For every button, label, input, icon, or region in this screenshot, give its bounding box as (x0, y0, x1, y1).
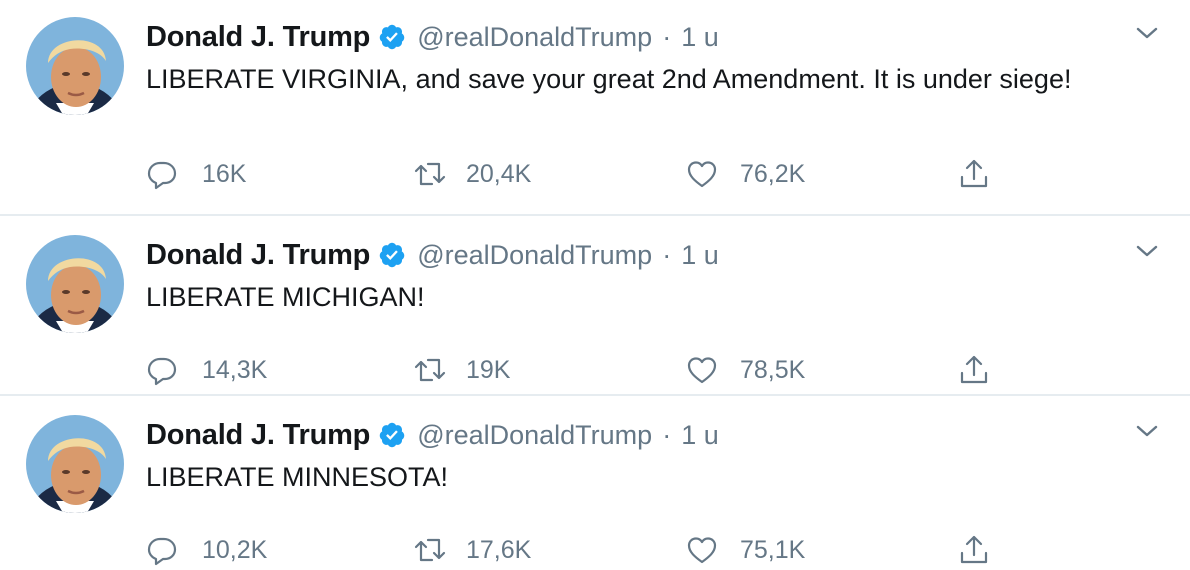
separator-dot: · (662, 419, 672, 450)
like-icon (686, 354, 718, 386)
author-name[interactable]: Donald J. Trump (146, 21, 370, 54)
reply-button[interactable]: 14,3K (146, 350, 267, 390)
tweet-text: LIBERATE MINNESOTA! (146, 462, 449, 492)
author-handle[interactable]: @realDonaldTrump (417, 22, 652, 53)
tweet[interactable]: Donald J. Trump @realDonaldTrump · 1 u L… (0, 396, 1190, 568)
tweet-text: LIBERATE MICHIGAN! (146, 282, 425, 312)
retweet-icon (414, 158, 446, 190)
like-button[interactable]: 75,1K (686, 530, 805, 570)
tweet-actions: 10,2K 17,6K 75,1K (146, 530, 1006, 570)
like-button[interactable]: 76,2K (686, 154, 805, 194)
avatar[interactable] (26, 17, 124, 115)
retweet-button[interactable]: 19K (414, 350, 510, 390)
tweet[interactable]: Donald J. Trump @realDonaldTrump · 1 u L… (0, 0, 1190, 216)
reply-button[interactable]: 10,2K (146, 530, 267, 570)
retweet-icon (414, 354, 446, 386)
reply-count: 10,2K (202, 535, 268, 564)
retweet-count: 20,4K (466, 159, 532, 188)
author-name[interactable]: Donald J. Trump (146, 419, 370, 452)
chevron-down-icon[interactable] (1134, 238, 1160, 264)
reply-count: 16K (202, 159, 247, 188)
like-button[interactable]: 78,5K (686, 350, 805, 390)
chevron-down-icon[interactable] (1134, 20, 1160, 46)
reply-icon (146, 534, 178, 566)
verified-badge-icon (378, 241, 406, 269)
like-count: 75,1K (740, 535, 806, 564)
reply-icon (146, 158, 178, 190)
like-count: 78,5K (740, 355, 806, 384)
like-icon (686, 534, 718, 566)
retweet-count: 17,6K (466, 535, 532, 564)
retweet-button[interactable]: 20,4K (414, 154, 531, 194)
verified-badge-icon (378, 421, 406, 449)
separator-dot: · (662, 239, 672, 270)
retweet-count: 19K (466, 355, 511, 384)
retweet-icon (414, 534, 446, 566)
verified-badge-icon (378, 23, 406, 51)
chevron-down-icon[interactable] (1134, 418, 1160, 444)
share-icon (958, 534, 990, 566)
separator-dot: · (662, 21, 672, 52)
author-name[interactable]: Donald J. Trump (146, 239, 370, 272)
avatar[interactable] (26, 415, 124, 513)
like-icon (686, 158, 718, 190)
avatar[interactable] (26, 235, 124, 333)
reply-icon (146, 354, 178, 386)
like-count: 76,2K (740, 159, 806, 188)
share-icon (958, 354, 990, 386)
tweet-timestamp[interactable]: 1 u (681, 22, 719, 53)
tweet-timestamp[interactable]: 1 u (681, 240, 719, 271)
share-button[interactable] (958, 350, 990, 390)
reply-count: 14,3K (202, 355, 268, 384)
retweet-button[interactable]: 17,6K (414, 530, 531, 570)
share-icon (958, 158, 990, 190)
author-handle[interactable]: @realDonaldTrump (417, 240, 652, 271)
tweet-timestamp[interactable]: 1 u (681, 420, 719, 451)
tweet-text: LIBERATE VIRGINIA, and save your great 2… (146, 64, 1072, 94)
tweet[interactable]: Donald J. Trump @realDonaldTrump · 1 u L… (0, 216, 1190, 396)
author-handle[interactable]: @realDonaldTrump (417, 420, 652, 451)
share-button[interactable] (958, 530, 990, 570)
tweet-feed: Donald J. Trump @realDonaldTrump · 1 u L… (0, 0, 1190, 568)
tweet-actions: 16K 20,4K 76,2K (146, 154, 1006, 194)
tweet-actions: 14,3K 19K 78,5K (146, 350, 1006, 390)
reply-button[interactable]: 16K (146, 154, 246, 194)
share-button[interactable] (958, 154, 990, 194)
